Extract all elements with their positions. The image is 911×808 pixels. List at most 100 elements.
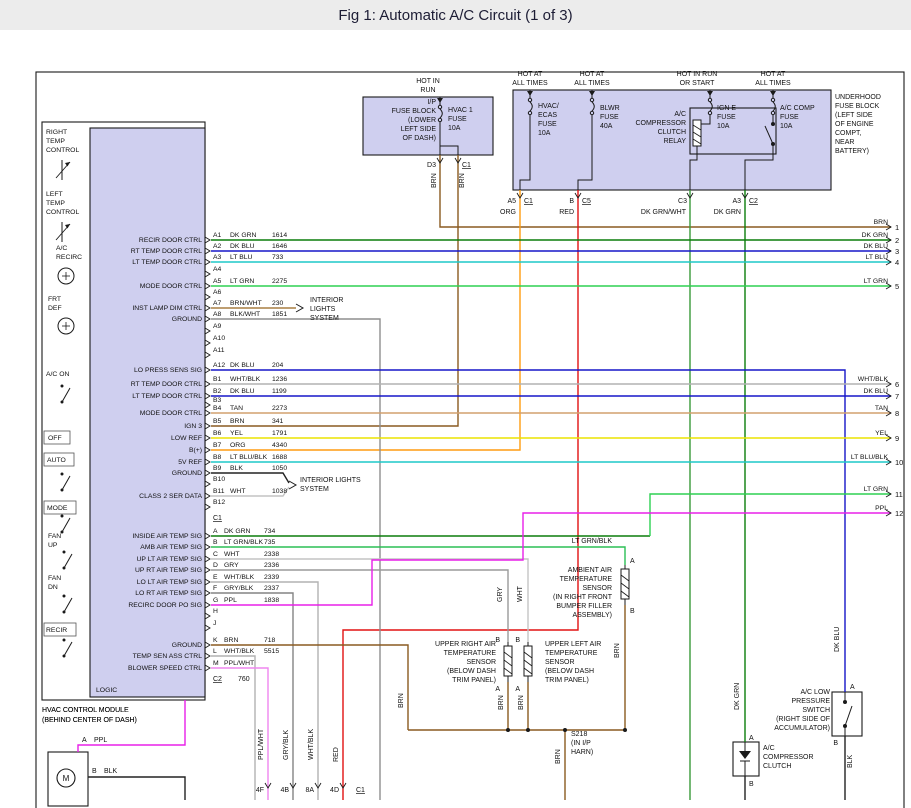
module-pin-function: IGN 3 [184,423,202,430]
diagram-label: FUSE BLOCK [835,103,880,110]
terminal-number: 9 [895,434,899,443]
wire-blower-blk [88,777,185,800]
switch-contact [61,385,64,388]
pin-id: B3 [213,397,222,404]
terminal-number: 12 [895,509,903,518]
wire-color-label: PPL [224,597,237,604]
wire-color-label: DK GRN [224,528,251,535]
pin-id: B11 [213,488,225,495]
diagram-label: A5 [507,198,516,205]
pin-id: J [213,620,216,627]
diagram-label: TRIM PANEL) [545,677,589,684]
pin-chevron-A8 [205,316,210,322]
junction-dot [506,728,510,732]
pin-chevron-A4 [205,271,210,277]
diagram-label: SWITCH [802,707,830,714]
pin-chevron-B12 [205,504,210,510]
power-feed-label: HOT AT [761,71,786,78]
pin-chevron-A3 [205,259,210,265]
pin-chevron-C [205,556,210,562]
module-connector-id: C2 [213,676,222,683]
diagram-label: BATTERY) [835,148,869,155]
diagram-label: COMPRESSOR [635,120,686,127]
diagram-label: UPPER RIGHT AIR [435,641,496,648]
pin-id: B6 [213,430,222,437]
diagram-label: UNDERHOOD [835,94,881,101]
wire-color-label: LT BLU [230,254,253,261]
pin-chevron-D [205,567,210,573]
diagram-label: DK GRN [734,683,741,710]
diagram-label: (IN I/P [571,740,591,747]
wire-red-blwr-fuse [343,190,578,800]
terminal-wire-color: LT GRN [864,278,888,285]
diagram-label: BRN [498,695,505,710]
module-pin-function: INST LAMP DIM CTRL [132,305,202,312]
diagram-label: A/C [674,111,686,118]
diagram-label: WHT/BLK [308,729,315,760]
diagram-label: BLK [847,754,854,768]
module-pin-function: RECIRC DOOR PO SIG [128,602,202,609]
circuit-number: 1236 [272,376,287,383]
pin-id: A9 [213,323,222,330]
diagram-label: LIGHTS [310,306,336,313]
pin-id: A12 [213,362,225,369]
module-pin-function: RT TEMP DOOR CTRL [131,381,202,388]
junction-dot [843,700,847,704]
diagram-label: C3 [678,198,687,205]
diagram-label: A [630,558,635,565]
diagram-label: GRY/BLK [283,729,290,760]
module-pin-function: LOW REF [171,435,202,442]
terminal-wire-color: YEL [875,430,888,437]
pin-chevron-E [205,579,210,585]
diagram-label: CLUTCH [658,129,686,136]
diagram-label: LT GRN/BLK [572,538,613,545]
pin-id: A11 [213,347,225,354]
wire-d-up-rt [211,570,508,642]
control-label: TEMP [46,138,65,145]
diagram-label: A [82,737,87,744]
diagram-label: NEAR [835,139,854,146]
diagram-label: 4B [280,787,289,794]
circuit-number: 734 [264,528,276,535]
diagram-label: C5 [582,198,591,205]
diagram-label: FUSE BLOCK [392,108,437,115]
diagram-label: BUMPER FILLER [556,603,612,610]
ref2-arrow [289,481,296,489]
terminal-wire-color: DK GRN [862,232,889,239]
diagram-label: A3 [732,198,741,205]
diagram-label: CLUTCH [763,763,791,770]
pin-id: B7 [213,442,222,449]
wire-f-lo-rt [211,593,293,800]
circuit-number: 2338 [264,551,279,558]
wire-color-label: BRN [230,418,244,425]
diagram-label: B [749,781,754,788]
module-pin-function: MODE DOOR CTRL [140,283,203,290]
wire-color-label: GRY/BLK [224,585,254,592]
diagram-label: WHT [517,585,524,602]
terminal-wire-color: TAN [875,405,888,412]
circuit-number: 735 [264,539,276,546]
module-connector-id: C1 [213,515,222,522]
switch-contact [63,595,66,598]
diagram-label: B [515,637,520,644]
pin-chevron-A9 [205,328,210,334]
terminal-number: 3 [895,247,899,256]
diagram-label: BLK [104,768,118,775]
control-label: FAN [48,575,61,582]
fuse-label: FUSE [538,121,557,128]
module-pin-function: UP LT AIR TEMP SIG [137,556,202,563]
module-pin-function: LO PRESS SENS SIG [134,367,202,374]
diagram-label: BRN [555,749,562,764]
fuse-label: A/C COMP [780,105,815,112]
wire-color-label: GRY [224,562,239,569]
diagram-label: GRY [497,587,504,602]
fuse-label: FUSE [717,114,736,121]
circuit-number: 2275 [272,278,287,285]
diagram-label: TEMPERATURE [545,650,598,657]
circuit-number: 1851 [272,311,287,318]
pin-id: A3 [213,254,222,261]
pin-id: A [213,528,218,535]
pin-id: A2 [213,243,222,250]
wire-brn-ip-to-b5 [211,155,458,426]
diagram-label: COMPRESSOR [763,754,814,761]
